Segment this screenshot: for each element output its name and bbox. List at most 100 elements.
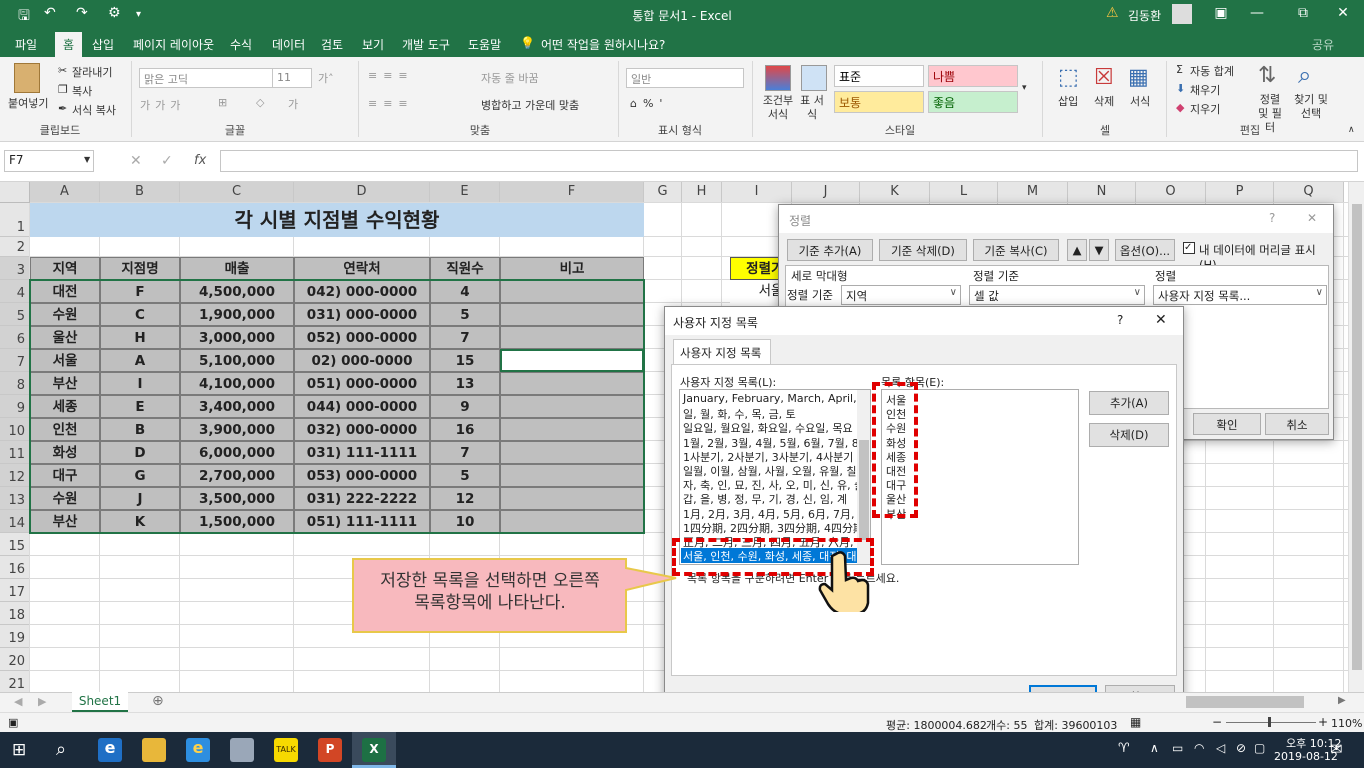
collapse-ribbon-icon[interactable]: ∧ xyxy=(1348,125,1355,135)
table-cell[interactable]: 13 xyxy=(430,372,500,395)
custom-list-item[interactable]: 자, 축, 인, 묘, 진, 사, 오, 미, 신, 유, 술 xyxy=(681,477,857,491)
scroll-right-icon[interactable]: ▶ xyxy=(1338,695,1346,706)
column-header-f[interactable]: F xyxy=(500,182,644,203)
add-level-button[interactable]: 기준 추가(A) xyxy=(787,239,873,261)
edge-icon[interactable]: e xyxy=(98,738,122,762)
row-header-17[interactable]: 17 xyxy=(0,579,30,602)
remark-cell[interactable] xyxy=(500,372,644,395)
table-cell[interactable]: 1,900,000 xyxy=(180,303,294,326)
row-header-2[interactable]: 2 xyxy=(0,237,30,257)
battery-icon[interactable]: ▭ xyxy=(1172,741,1183,755)
row-header-16[interactable]: 16 xyxy=(0,556,30,579)
remark-cell[interactable] xyxy=(500,510,644,533)
table-cell[interactable]: 044) 000-0000 xyxy=(294,395,430,418)
row-header-4[interactable]: 4 xyxy=(0,280,30,303)
font-name-box[interactable]: 맑은 고딕 xyxy=(139,68,273,88)
custom-list-item[interactable]: 1월, 2월, 3월, 4월, 5월, 6월, 7월, 8월, xyxy=(681,435,857,449)
select-all-corner[interactable] xyxy=(0,182,30,203)
valign-icons[interactable]: ≡≡≡ xyxy=(368,69,414,82)
wrap-text-button[interactable]: 자동 줄 바꿈 xyxy=(481,70,539,86)
table-cell[interactable]: 4,500,000 xyxy=(180,280,294,303)
options-button[interactable]: 옵션(O)... xyxy=(1115,239,1175,261)
file-explorer-icon[interactable] xyxy=(142,738,166,762)
table-cell[interactable]: 화성 xyxy=(30,441,100,464)
table-cell[interactable]: 인천 xyxy=(30,418,100,441)
find-select-button[interactable]: 찾기 및 선택 xyxy=(1290,93,1332,121)
paste-button[interactable]: 붙여넣기 xyxy=(8,95,48,111)
tab-home[interactable]: 홈 xyxy=(55,32,83,57)
brush-icon[interactable]: ✒ xyxy=(58,102,67,115)
move-up-button[interactable]: ▲ xyxy=(1067,239,1087,261)
row-header-6[interactable]: 6 xyxy=(0,326,30,349)
table-cell[interactable]: 5 xyxy=(430,464,500,487)
format-cells-button[interactable]: 서식 xyxy=(1130,93,1150,109)
formula-input[interactable] xyxy=(220,150,1358,172)
restore-icon[interactable]: ⧉ xyxy=(1288,5,1318,21)
copy-level-button[interactable]: 기준 복사(C) xyxy=(973,239,1059,261)
column-header-e[interactable]: E xyxy=(430,182,500,203)
style-good[interactable]: 좋음 xyxy=(928,91,1018,113)
row-header-9[interactable]: 9 xyxy=(0,395,30,418)
user-name[interactable]: 김동환 xyxy=(1128,7,1161,24)
merge-center-button[interactable]: 병합하고 가운데 맞춤 xyxy=(481,97,579,113)
autosum-button[interactable]: 자동 합계 xyxy=(1190,63,1234,79)
zoom-out-icon[interactable]: − xyxy=(1212,715,1222,729)
table-cell[interactable]: 3,500,000 xyxy=(180,487,294,510)
conditional-format-button[interactable]: 조건부 서식 xyxy=(760,94,796,122)
normal-view-icon[interactable]: ▦ xyxy=(1130,715,1141,729)
table-format-button[interactable]: 표 서식 xyxy=(797,94,827,122)
tab-formulas[interactable]: 수식 xyxy=(230,36,252,53)
notification-icon[interactable]: ✉ xyxy=(1330,740,1343,758)
zoom-slider-thumb[interactable] xyxy=(1268,717,1271,727)
delete-list-button[interactable]: 삭제(D) xyxy=(1089,423,1169,447)
sort-filter-icon[interactable]: ⇅ xyxy=(1258,63,1276,88)
clock-date[interactable]: 2019-08-12 xyxy=(1274,750,1338,763)
custom-list-item[interactable]: 갑, 을, 병, 정, 무, 기, 경, 신, 임, 계 xyxy=(681,491,857,505)
column-header-d[interactable]: D xyxy=(294,182,430,203)
horizontal-scroll-thumb[interactable] xyxy=(1186,696,1304,708)
help-icon[interactable]: ? xyxy=(1269,211,1275,225)
windows-start-icon[interactable]: ⊞ xyxy=(12,740,26,760)
column-header-c[interactable]: C xyxy=(180,182,294,203)
powerpoint-icon[interactable]: P xyxy=(318,738,342,762)
people-icon[interactable]: ♈ xyxy=(1118,741,1130,756)
sheet-title-cell[interactable]: 각 시별 지점별 수익현황 xyxy=(30,203,644,237)
column-header-l[interactable]: L xyxy=(930,182,998,203)
find-icon[interactable]: ⌕ xyxy=(1298,61,1311,89)
table-cell[interactable]: 4 xyxy=(430,280,500,303)
kakaotalk-icon[interactable]: TALK xyxy=(274,738,298,762)
column-header-g[interactable]: G xyxy=(644,182,682,203)
remark-cell[interactable] xyxy=(500,441,644,464)
table-cell[interactable]: 3,000,000 xyxy=(180,326,294,349)
table-cell[interactable]: 2,700,000 xyxy=(180,464,294,487)
column-header-m[interactable]: M xyxy=(998,182,1068,203)
tray-chevron-icon[interactable]: ∧ xyxy=(1150,741,1159,755)
table-header-cell[interactable]: 연락처 xyxy=(294,257,430,280)
fill-button[interactable]: 채우기 xyxy=(1190,82,1220,98)
internet-explorer-icon[interactable]: e xyxy=(186,738,210,762)
custom-list-item[interactable]: 일, 월, 화, 수, 목, 금, 토 xyxy=(681,406,857,420)
table-cell[interactable]: 수원 xyxy=(30,303,100,326)
table-cell[interactable]: 6,000,000 xyxy=(180,441,294,464)
table-cell[interactable]: 4,100,000 xyxy=(180,372,294,395)
table-cell[interactable]: 16 xyxy=(430,418,500,441)
sheet-tab-sheet1[interactable]: Sheet1 xyxy=(72,692,128,712)
table-cell[interactable]: A xyxy=(100,349,180,372)
listbox-scroll-thumb[interactable] xyxy=(859,440,869,540)
ribbon-display-icon[interactable]: ▣ xyxy=(1206,5,1236,21)
header-checkbox[interactable]: ✓ xyxy=(1183,242,1195,254)
sort-order-select[interactable]: 사용자 지정 목록... ∨ xyxy=(1153,285,1327,305)
table-cell[interactable]: 대전 xyxy=(30,280,100,303)
name-box-dropdown-icon[interactable]: ▼ xyxy=(84,155,90,164)
table-cell[interactable]: 052) 000-0000 xyxy=(294,326,430,349)
table-cell[interactable]: C xyxy=(100,303,180,326)
sort-cancel-button[interactable]: 취소 xyxy=(1265,413,1329,435)
column-header-i[interactable]: I xyxy=(722,182,792,203)
remark-cell[interactable] xyxy=(500,487,644,510)
copy-button[interactable]: 복사 xyxy=(72,83,92,99)
table-cell[interactable]: 서울 xyxy=(30,349,100,372)
remark-cell[interactable] xyxy=(500,349,644,372)
eraser-icon[interactable]: ◆ xyxy=(1176,101,1184,114)
table-cell[interactable]: 053) 000-0000 xyxy=(294,464,430,487)
new-sheet-icon[interactable]: ⊕ xyxy=(152,693,164,709)
